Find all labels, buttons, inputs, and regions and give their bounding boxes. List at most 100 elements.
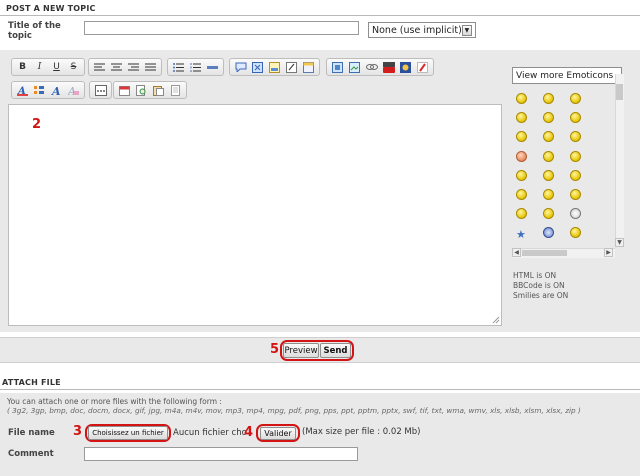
insert-group	[229, 58, 320, 76]
message-editor[interactable]	[8, 104, 502, 326]
font-color-button[interactable]: A	[14, 82, 31, 98]
emoticons-select[interactable]: View more Emoticons	[512, 67, 622, 84]
emoticon-smile[interactable]	[516, 93, 527, 104]
scroll-right-icon[interactable]: ▶	[604, 248, 613, 257]
font-size-icon	[34, 85, 44, 94]
document-icon	[171, 84, 180, 96]
emoticon-cool[interactable]	[570, 112, 581, 123]
emoticon-question[interactable]	[543, 189, 554, 200]
emoticon-exclaim[interactable]	[516, 189, 527, 200]
emoticon-neutral[interactable]	[543, 131, 554, 142]
font-color-icon: A	[17, 86, 28, 96]
table-button[interactable]	[300, 59, 317, 75]
emoticon-confused[interactable]	[516, 131, 527, 142]
emoticon-evil[interactable]	[570, 151, 581, 162]
paste-button[interactable]	[150, 82, 167, 98]
special-group	[89, 81, 112, 99]
emoticon-mad[interactable]	[516, 170, 527, 181]
image-icon	[332, 61, 343, 73]
comment-label: Comment	[8, 449, 54, 459]
annotation-3: 3	[73, 424, 83, 439]
smilies-status: Smilies are ON	[513, 291, 569, 300]
align-left-button[interactable]	[91, 59, 108, 75]
emoticon-laugh[interactable]	[543, 151, 554, 162]
hide-button[interactable]	[283, 59, 300, 75]
remove-format-button[interactable]: A	[65, 82, 82, 98]
validate-button[interactable]: Valider	[260, 427, 296, 440]
bullet-list-button[interactable]	[170, 59, 187, 75]
justify-icon	[145, 63, 156, 70]
html-status: HTML is ON	[513, 271, 557, 280]
upload-image-button[interactable]	[346, 59, 363, 75]
image-button[interactable]	[329, 59, 346, 75]
emoticon-angry[interactable]	[516, 151, 527, 162]
header-rule	[0, 15, 640, 16]
emoticon-pacman[interactable]	[516, 208, 527, 219]
code-button[interactable]	[249, 59, 266, 75]
annotation-2: 2	[32, 117, 42, 132]
source-button[interactable]	[167, 82, 184, 98]
justify-button[interactable]	[142, 59, 159, 75]
align-right-button[interactable]	[125, 59, 142, 75]
topic-type-select[interactable]: None (use implicit) ▼	[368, 22, 476, 38]
emoticons-hscroll-thumb[interactable]	[522, 250, 567, 256]
max-size-text: (Max size per file : 0.02 Mb)	[302, 427, 421, 437]
link-button[interactable]	[363, 59, 380, 75]
youtube-button[interactable]	[380, 59, 397, 75]
text-format-group: B I U S	[11, 58, 85, 76]
title-label: Title of the topic	[8, 21, 61, 41]
bbcode-status: BBCode is ON	[513, 281, 565, 290]
topic-title-input[interactable]	[84, 21, 359, 35]
resize-grip-icon[interactable]	[492, 316, 500, 324]
paste-icon	[153, 85, 164, 96]
choose-file-button[interactable]: Choisissez un fichier	[88, 426, 168, 440]
horizontal-rule-icon	[207, 65, 218, 69]
more-options-button[interactable]	[92, 82, 109, 98]
font-size-button[interactable]	[31, 82, 48, 98]
scroll-down-icon[interactable]: ▼	[615, 238, 624, 247]
emoticon-shocked[interactable]	[543, 112, 554, 123]
table-icon	[303, 61, 314, 73]
emoticon-grin[interactable]	[570, 170, 581, 181]
emoticon-idea[interactable]	[570, 189, 581, 200]
attach-formats: ( 3g2, 3gp, bmp, doc, docm, docx, gif, j…	[7, 406, 581, 415]
search-button[interactable]	[133, 82, 150, 98]
italic-button[interactable]: I	[31, 59, 48, 75]
font-face-icon: A	[51, 85, 61, 96]
font-face-button[interactable]: A	[48, 82, 65, 98]
dailymotion-button[interactable]	[397, 59, 414, 75]
underline-button[interactable]: U	[48, 59, 65, 75]
emoticon-embarrassed[interactable]	[543, 208, 554, 219]
emoticon-earth[interactable]	[543, 227, 554, 238]
emoticon-tongue[interactable]	[570, 131, 581, 142]
quote-button[interactable]	[232, 59, 249, 75]
strike-label: S	[70, 62, 77, 72]
hide-icon	[286, 61, 297, 73]
strikethrough-button[interactable]: S	[65, 59, 82, 75]
more-icon	[94, 84, 107, 96]
send-button[interactable]: Send	[320, 343, 351, 358]
align-right-icon	[128, 63, 139, 70]
emoticon-sad[interactable]	[516, 112, 527, 123]
comment-input[interactable]	[84, 447, 358, 461]
emoticon-rolleyes[interactable]	[543, 170, 554, 181]
emoticon-wink[interactable]	[570, 93, 581, 104]
date-button[interactable]	[116, 82, 133, 98]
flash-button[interactable]	[414, 59, 431, 75]
emoticon-skull[interactable]	[570, 208, 581, 219]
spoiler-button[interactable]	[266, 59, 283, 75]
scroll-left-icon[interactable]: ◀	[512, 248, 521, 257]
post-topic-heading: POST A NEW TOPIC	[6, 4, 96, 13]
annotation-4: 4	[244, 425, 254, 440]
numbered-list-button[interactable]	[187, 59, 204, 75]
emoticons-grid: ★	[512, 84, 626, 259]
align-center-button[interactable]	[108, 59, 125, 75]
emoticon-happy[interactable]	[543, 93, 554, 104]
emoticon-love[interactable]	[570, 227, 581, 238]
emoticon-star[interactable]: ★	[516, 228, 526, 241]
calendar-icon	[119, 85, 130, 96]
horizontal-rule-button[interactable]	[204, 59, 221, 75]
bold-button[interactable]: B	[14, 59, 31, 75]
preview-button[interactable]: Preview	[283, 343, 319, 358]
emoticons-vscroll-thumb[interactable]	[616, 84, 623, 100]
